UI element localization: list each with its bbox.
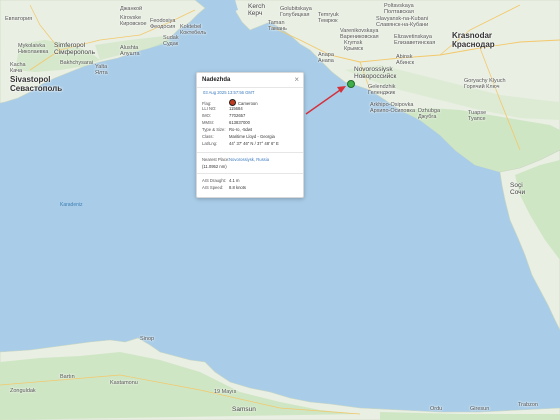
info-row-class: Class: Maritime Lloyd - Georgia xyxy=(202,134,275,139)
info-value: Maritime Lloyd - Georgia xyxy=(229,134,275,139)
place-label: Ordu xyxy=(430,406,443,412)
place-label: Славянск-на-Кубани xyxy=(376,22,429,28)
info-value: 7702657 xyxy=(229,113,246,118)
place-label: Темрюк xyxy=(318,18,338,24)
info-value: 4.1 m xyxy=(229,178,240,183)
place-label: Кача xyxy=(10,68,23,74)
divider xyxy=(197,173,303,174)
place-label: Елизаветинская xyxy=(394,40,436,46)
info-row-lli: LLI NO: 115684 xyxy=(202,106,243,111)
place-label: Krasnodar xyxy=(452,31,493,40)
place-label: Анапа xyxy=(318,58,334,64)
info-row-distance: (11.0952 nm) xyxy=(202,164,227,169)
nearest-distance: (11.0952 nm) xyxy=(202,164,227,169)
info-value: 115684 xyxy=(229,106,243,111)
place-label: Судак xyxy=(163,41,179,47)
place-label: Novorossiysk xyxy=(354,66,393,73)
place-label: Евпатория xyxy=(5,16,33,22)
place-label: Туапсе xyxy=(468,116,486,122)
place-label: Trabzon xyxy=(518,402,538,408)
place-label: Soçi xyxy=(510,182,523,189)
info-row-flag: Flag: Cameroon xyxy=(202,99,258,106)
info-key: Class: xyxy=(202,134,214,139)
nearest-place-link[interactable]: Novorossiysk, Russia xyxy=(229,157,269,162)
place-label: Kastamonu xyxy=(110,380,138,386)
place-label: Варениковская xyxy=(340,34,379,40)
info-row-latlng: Lat/Lng: 44° 37' 46" N / 37° 48' 6" E xyxy=(202,141,279,146)
place-label: Геленджик xyxy=(368,90,396,96)
place-label: Bakhchysarai xyxy=(60,60,94,66)
place-label: Краснодар xyxy=(452,40,495,49)
place-label: Горячий Ключ xyxy=(464,84,500,90)
map-canvas[interactable]: Джанкой Евпатория Mykolaivka Николаевка … xyxy=(0,0,560,420)
place-label: Kerch xyxy=(248,3,265,10)
place-label: Алушта xyxy=(120,51,140,57)
info-row-draught: AIS Draught: 4.1 m xyxy=(202,178,239,183)
vessel-name: Nadezhda xyxy=(202,77,231,83)
divider xyxy=(197,152,303,153)
info-row-speed: AIS Speed: 8.8 knots xyxy=(202,185,246,190)
info-key: MMSI: xyxy=(202,120,215,125)
info-key: AIS Speed: xyxy=(202,185,224,190)
info-value: 8.8 knots xyxy=(229,185,246,190)
info-row-type: Type & Size: Ro-ro, -5dwt xyxy=(202,127,252,132)
sea-label: Karadeniz xyxy=(60,202,83,208)
info-value: 613837000 xyxy=(229,120,250,125)
info-key: AIS Draught: xyxy=(202,178,226,183)
info-row-nearest: Nearest Place:Novorossiysk, Russia xyxy=(202,157,269,162)
place-label: Абинск xyxy=(396,60,415,66)
place-label: Zonguldak xyxy=(10,388,36,394)
place-label: Giresun xyxy=(470,406,490,412)
info-key: LLI NO: xyxy=(202,106,217,111)
info-key: IMO: xyxy=(202,113,212,118)
place-label: Тамань xyxy=(268,26,287,32)
info-key: Type & Size: xyxy=(202,127,226,132)
info-value: Ro-ro, -5dwt xyxy=(229,127,253,132)
place-label: Николаевка xyxy=(18,49,49,55)
place-label: 19 Mayıs xyxy=(214,389,237,395)
vessel-info-popup: Nadezhda × 03 Aug 2025 13:57:56 GMT Flag… xyxy=(196,72,304,198)
place-label: Крымск xyxy=(344,46,364,52)
place-label: Керч xyxy=(248,10,263,17)
cameroon-flag-icon xyxy=(229,99,236,106)
place-label: Кировское xyxy=(120,21,147,27)
info-row-imo: IMO: 7702657 xyxy=(202,113,245,118)
info-row-mmsi: MMSI: 613837000 xyxy=(202,120,250,125)
place-label: Samsun xyxy=(232,406,256,413)
place-label: Архипо-Осиповка xyxy=(370,108,416,114)
place-label: Ялта xyxy=(95,70,108,76)
place-label: Новороссийск xyxy=(354,73,397,80)
info-value: 44° 37' 46" N / 37° 48' 6" E xyxy=(229,141,279,146)
divider xyxy=(197,87,303,88)
place-label: Сімферополь xyxy=(54,49,95,56)
place-label: Bartın xyxy=(60,374,75,380)
place-label: Севастополь xyxy=(10,84,63,93)
vessel-marker[interactable] xyxy=(347,80,355,88)
place-label: Полтавская xyxy=(384,9,414,15)
place-label: Коктебель xyxy=(180,30,207,36)
place-label: Голубицкая xyxy=(280,12,310,18)
place-label: Sivastopol xyxy=(10,75,51,84)
timestamp: 03 Aug 2025 13:57:56 GMT xyxy=(203,90,255,95)
close-icon[interactable]: × xyxy=(294,75,299,84)
place-label: Феодосия xyxy=(150,24,176,30)
info-key: Nearest Place: xyxy=(202,157,230,162)
place-label: Сочи xyxy=(510,189,526,196)
place-label: Джанкой xyxy=(120,6,143,12)
info-key: Lat/Lng: xyxy=(202,141,218,146)
place-label: Simferopol xyxy=(54,42,86,49)
place-label: Sinop xyxy=(140,336,155,342)
place-label: Джубга xyxy=(418,114,437,120)
